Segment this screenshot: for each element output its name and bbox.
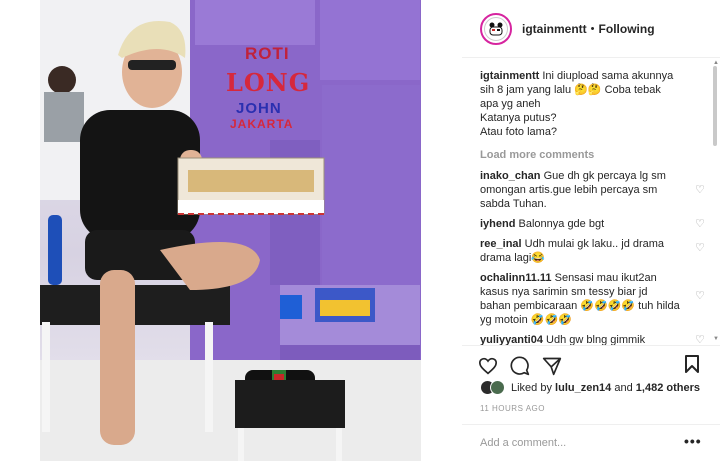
comments-list: igtainmentt Ini diupload sama akunnya si… (462, 65, 720, 345)
post-caption: igtainmentt Ini diupload sama akunnya si… (480, 69, 680, 139)
comment-text: Balonnya gde bgt (518, 218, 605, 230)
comment-icon[interactable] (510, 356, 530, 376)
liker-avatar[interactable] (490, 380, 505, 395)
heart-icon[interactable] (478, 357, 498, 375)
comment-item: iyhend Balonnya gde bgt ♡ (480, 217, 705, 231)
likes-others[interactable]: 1,482 others (636, 382, 700, 394)
bookmark-icon[interactable] (684, 354, 700, 374)
caption-text-line3: Atau foto lama? (480, 126, 558, 138)
add-comment-input[interactable] (480, 437, 670, 449)
post-photo[interactable]: ROTI LONG JOHN JAKARTA (40, 0, 421, 461)
more-options-icon[interactable]: ••• (684, 433, 702, 449)
comment-item: yuliyyanti04 Udh gw blng gimmik ♡ (480, 333, 705, 345)
caption-username[interactable]: igtainmentt (480, 70, 539, 82)
comment-text: Udh gw blng gimmik (546, 334, 646, 345)
overlay-jakarta: JAKARTA (230, 117, 294, 131)
post-timestamp[interactable]: 11 HOURS AGO (480, 404, 545, 413)
header-separator: • (590, 22, 595, 35)
post-actions-bar (462, 345, 720, 385)
comment-like-heart-icon[interactable]: ♡ (695, 217, 705, 231)
load-more-comments-button[interactable]: Load more comments (480, 149, 702, 161)
avatar-image (484, 16, 508, 41)
comment-item: inako_chan Gue dh gk percaya lg sm omong… (480, 169, 705, 211)
likes-text: Liked by lulu_zen14 and 1,482 others (511, 382, 700, 394)
comment-like-heart-icon[interactable]: ♡ (695, 289, 705, 303)
caption-text-line2: Katanya putus? (480, 112, 557, 124)
overlay-john: JOHN (236, 100, 282, 117)
overlay-long: LONG (226, 68, 311, 97)
comment-username[interactable]: inako_chan (480, 170, 541, 182)
profile-avatar[interactable] (480, 12, 512, 45)
comment-like-heart-icon[interactable]: ♡ (695, 333, 705, 345)
likes-prefix: Liked by (511, 381, 552, 394)
overlay-roti: ROTI (245, 44, 290, 63)
comment-username[interactable]: yuliyyanti04 (480, 334, 543, 345)
header-username[interactable]: igtainmentt (522, 22, 587, 36)
comment-item: ochalinn11.11 Sensasi mau ikut2an kasus … (480, 271, 705, 327)
post-side-panel: igtainmentt • Following ▲ ▼ igtainmentt … (462, 0, 720, 461)
comment-like-heart-icon[interactable]: ♡ (695, 183, 705, 197)
post-header: igtainmentt • Following (462, 0, 720, 58)
share-icon[interactable] (542, 356, 562, 376)
comment-item: ree_inal Udh mulai gk laku.. jd drama dr… (480, 237, 705, 265)
comment-username[interactable]: ree_inal (480, 238, 522, 250)
avatar-face-icon (489, 22, 503, 35)
comment-like-heart-icon[interactable]: ♡ (695, 241, 705, 255)
comment-username[interactable]: ochalinn11.11 (480, 272, 552, 284)
add-comment-bar (462, 424, 720, 461)
following-button[interactable]: Following (599, 22, 655, 36)
likes-summary: Liked by lulu_zen14 and 1,482 others (480, 380, 700, 395)
likes-connector: and (614, 381, 633, 394)
comment-username[interactable]: iyhend (480, 218, 515, 230)
likes-user[interactable]: lulu_zen14 (555, 382, 611, 394)
